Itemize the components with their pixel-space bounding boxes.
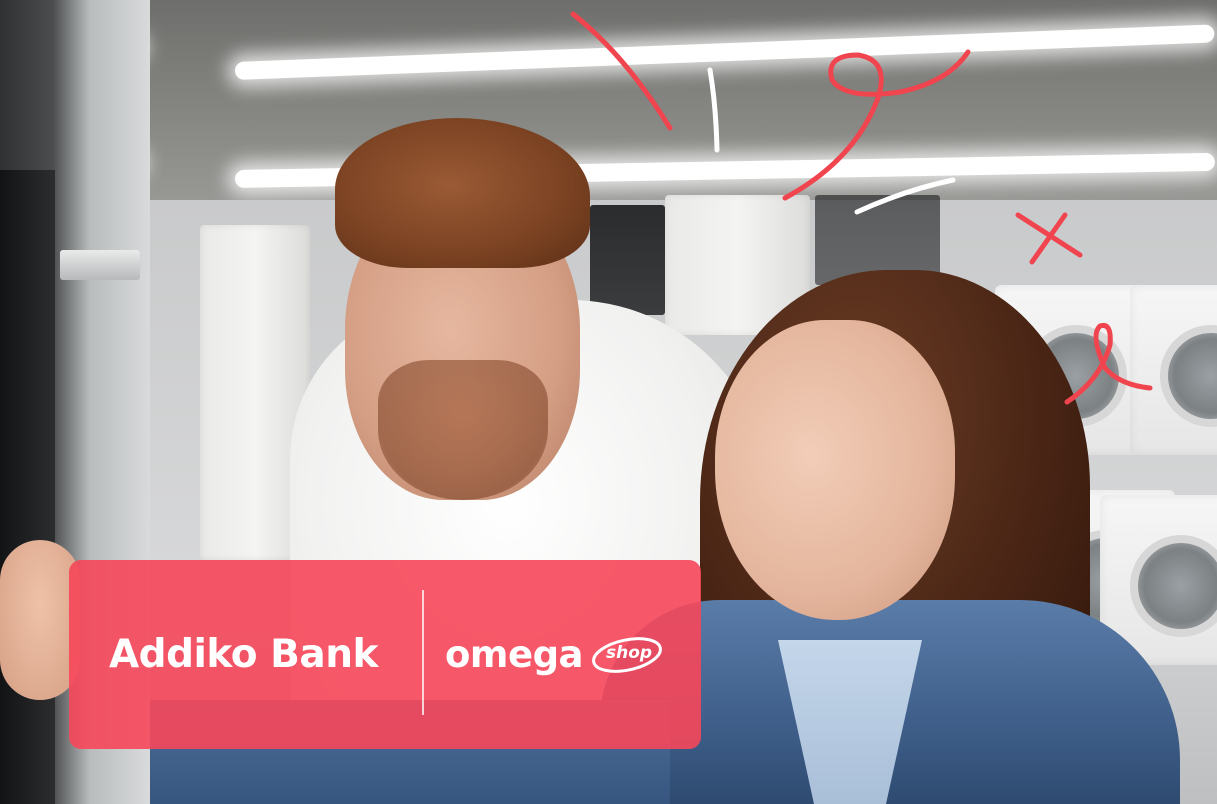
logo-divider [422,590,424,715]
hand [0,540,80,700]
photo-scene: Addiko Bank omega shop [0,0,1217,804]
washing-machine [1130,285,1217,455]
omega-shop-logo: omega shop [445,560,685,749]
addiko-bank-logo: Addiko Bank [109,560,409,749]
woman-face [715,320,955,620]
shop-badge-text: shop [605,642,653,663]
addiko-bank-logo-text: Addiko Bank [109,632,378,677]
oven-handle [60,250,140,280]
shop-badge-icon: shop [589,635,665,675]
brand-banner: Addiko Bank omega shop [69,560,701,749]
man-beard [378,360,548,500]
dark-appliance [590,205,665,315]
omega-logo-text: omega [445,633,584,676]
oven-door [0,170,55,804]
